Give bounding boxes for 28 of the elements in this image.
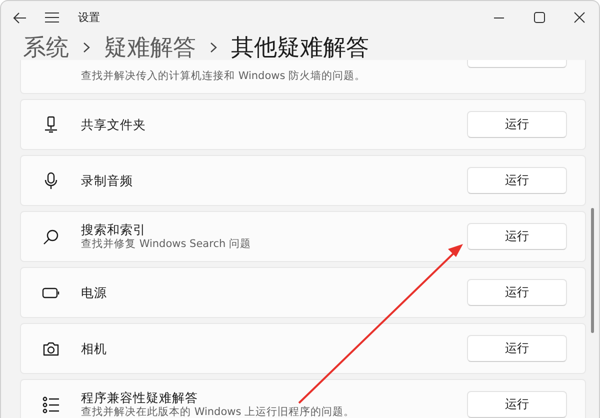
troubleshooter-description: 查找并修复 Windows Search 问题 xyxy=(81,238,252,251)
window-title: 设置 xyxy=(78,10,100,25)
camera-icon xyxy=(42,340,60,356)
run-button[interactable]: 运行 xyxy=(467,111,567,138)
run-button[interactable]: 运行 xyxy=(467,335,567,362)
troubleshooter-title: 电源 xyxy=(81,285,108,300)
troubleshooter-description: 查找并解决在此版本的 Windows 上运行旧程序的问题。 xyxy=(81,406,356,418)
page-title: 其他疑难解答 xyxy=(231,34,369,62)
troubleshooter-description: 查找并解决传入的计算机连接和 Windows 防火墙的问题。 xyxy=(81,70,367,83)
breadcrumb-link[interactable]: 疑难解答 xyxy=(104,32,196,62)
list-icon xyxy=(42,396,60,414)
shared-folder-icon xyxy=(43,116,59,134)
run-button[interactable]: 运行 xyxy=(467,167,567,194)
run-button[interactable]: 运行 xyxy=(467,223,567,250)
search-icon xyxy=(43,228,59,244)
run-button[interactable]: 运行 xyxy=(467,391,567,418)
breadcrumb-link[interactable]: 系统 xyxy=(23,32,69,62)
run-button[interactable]: 运行 xyxy=(467,279,567,306)
troubleshooter-title: 程序兼容性疑难解答 xyxy=(81,390,199,405)
troubleshooter-title: 相机 xyxy=(81,341,108,356)
troubleshooter-title: 录制音频 xyxy=(81,173,134,188)
battery-icon xyxy=(42,286,60,298)
chevron-icon xyxy=(210,42,217,52)
troubleshooter-title: 搜索和索引 xyxy=(81,222,147,237)
scrollbar-thumb[interactable] xyxy=(591,208,594,333)
troubleshooter-title: 共享文件夹 xyxy=(81,117,147,132)
microphone-icon xyxy=(44,172,58,190)
chevron-icon xyxy=(83,42,90,52)
